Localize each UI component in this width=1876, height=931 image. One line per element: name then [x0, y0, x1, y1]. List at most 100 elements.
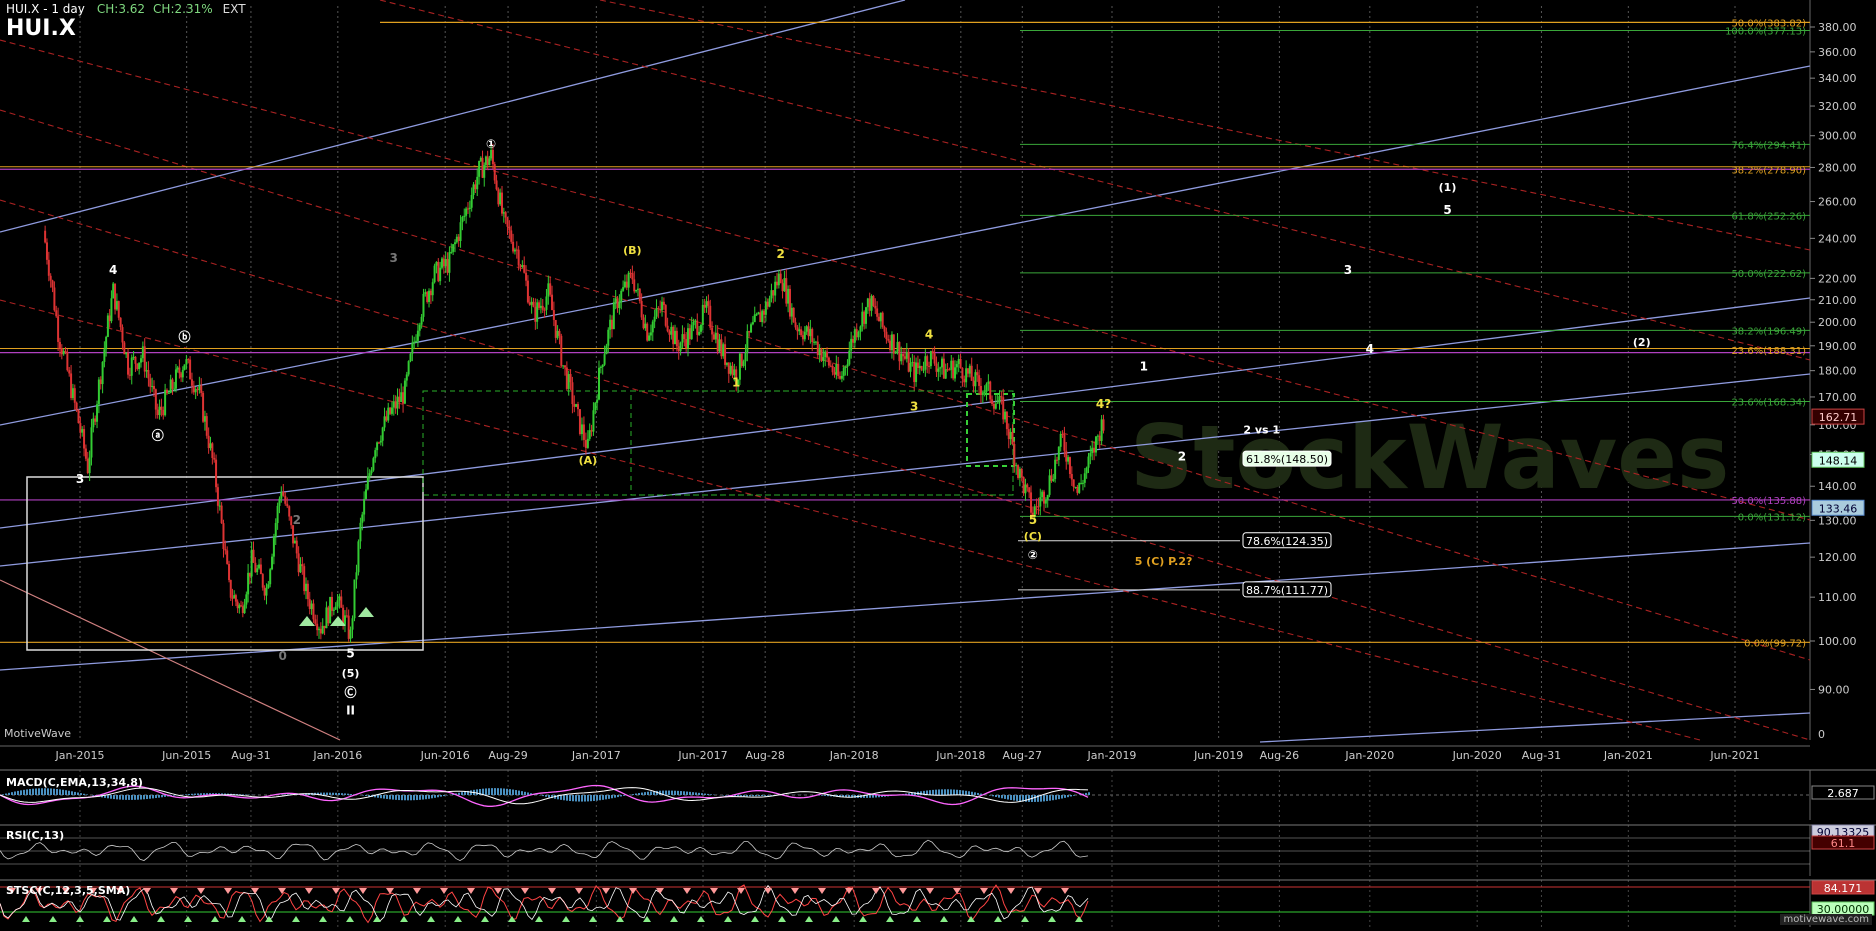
candle-body: [911, 361, 914, 363]
candle-body: [1048, 475, 1051, 495]
change-pct: CH:2.31%: [153, 2, 213, 16]
candle-body: [306, 583, 309, 600]
y-tick-label: 210.00: [1818, 294, 1857, 307]
fib-label: 23.6%(188.31): [1731, 346, 1806, 357]
candle-body: [712, 334, 715, 340]
candle-body: [690, 325, 693, 340]
x-tick-label: Jun-2017: [677, 749, 727, 762]
candle-body: [935, 363, 938, 372]
candle-body: [768, 298, 771, 307]
candle-body: [1057, 446, 1060, 460]
candle-body: [343, 615, 346, 625]
candle-body: [202, 392, 205, 422]
candle-body: [409, 353, 412, 362]
wave-label: 5: [1029, 513, 1037, 527]
candle-body: [187, 359, 190, 361]
candle-body: [571, 382, 574, 405]
rsi-label: RSI(C,13): [6, 829, 65, 842]
fib-label: 50.0%(222.62): [1731, 269, 1806, 280]
candle-body: [892, 334, 895, 354]
fib-label: 61.8%(252.26): [1731, 211, 1806, 222]
target-label: 78.6%(124.35): [1246, 535, 1328, 548]
candle-body: [740, 353, 743, 366]
candle-body: [403, 380, 406, 404]
candle-body: [596, 399, 599, 403]
candle-body: [578, 409, 581, 435]
candle-body: [883, 326, 886, 332]
candle-body: [132, 356, 135, 358]
candle-body: [180, 373, 183, 378]
candle-body: [1061, 433, 1064, 435]
price-chart[interactable]: Jan-2015 Jun-2015 Aug-31 Jan-2016 Jun-2016 Au…: [0, 0, 1876, 927]
candle-body: [545, 296, 548, 310]
candle-body: [259, 564, 262, 575]
candle-body: [551, 294, 554, 311]
candle-body: [240, 605, 243, 607]
candle-body: [876, 308, 879, 317]
candle-body: [203, 416, 206, 422]
candle-body: [1002, 397, 1005, 420]
candle-body: [955, 364, 958, 368]
candle-body: [686, 328, 689, 349]
candle-body: [539, 305, 542, 308]
candle-body: [319, 628, 322, 634]
wave-label: 3: [1344, 263, 1352, 277]
candle-body: [213, 457, 216, 460]
candle-body: [299, 564, 302, 573]
candle-body: [1028, 487, 1031, 493]
candle-body: [766, 301, 769, 307]
candle-body: [162, 409, 165, 416]
y-tick-label: 90.00: [1818, 683, 1850, 696]
candle-body: [631, 273, 634, 280]
candle-body: [994, 403, 997, 409]
candle-body: [51, 280, 54, 288]
candle-body: [607, 329, 610, 346]
candle-body: [992, 404, 995, 409]
candle-body: [500, 192, 503, 214]
candle-body: [463, 215, 466, 218]
candle-body: [554, 319, 557, 338]
wave-label: ①: [486, 137, 496, 151]
candle-body: [818, 349, 821, 356]
candle-body: [222, 523, 225, 549]
candle-body: [368, 473, 371, 477]
candle-body: [794, 322, 797, 328]
candle-body: [194, 389, 197, 393]
candle-body: [114, 283, 117, 310]
candle-body: [263, 587, 266, 596]
candle-body: [1078, 483, 1081, 493]
candle-body: [271, 556, 274, 570]
candle-body: [705, 301, 708, 308]
candle-body: [709, 305, 712, 328]
candle-body: [1087, 456, 1090, 468]
candle-body: [190, 379, 193, 386]
chart-stage[interactable]: Jan-2015 Jun-2015 Aug-31 Jan-2016 Jun-2016 Au…: [0, 0, 1876, 927]
price-box-label: 162.71: [1819, 411, 1858, 424]
candle-body: [1009, 431, 1012, 440]
stsc-label: STSC(C,12,3,5,SMA): [6, 884, 131, 897]
candle-body: [661, 301, 664, 311]
candle-body: [481, 157, 484, 178]
candle-body: [486, 156, 489, 166]
candle-body: [160, 406, 163, 410]
candle-body: [879, 312, 882, 322]
candle-body: [844, 366, 847, 368]
candle-body: [874, 305, 877, 309]
candle-body: [952, 360, 955, 379]
candle-body: [824, 351, 827, 358]
candle-body: [398, 396, 401, 403]
candle-body: [792, 307, 795, 323]
candle-body: [1015, 465, 1018, 467]
candle-body: [913, 361, 916, 383]
candle-body: [479, 157, 482, 161]
candle-body: [164, 389, 167, 416]
candle-body: [416, 330, 419, 341]
candle-body: [426, 292, 429, 302]
x-tick-label: Jan-2018: [829, 749, 879, 762]
candle-body: [748, 331, 751, 333]
candle-body: [66, 352, 69, 371]
candle-body: [694, 320, 697, 322]
candle-body: [616, 298, 619, 309]
chart-header: HUI.X - 1 day CH:3.62 CH:2.31% EXT: [6, 2, 246, 16]
x-tick-label: Jan-2020: [1344, 749, 1394, 762]
